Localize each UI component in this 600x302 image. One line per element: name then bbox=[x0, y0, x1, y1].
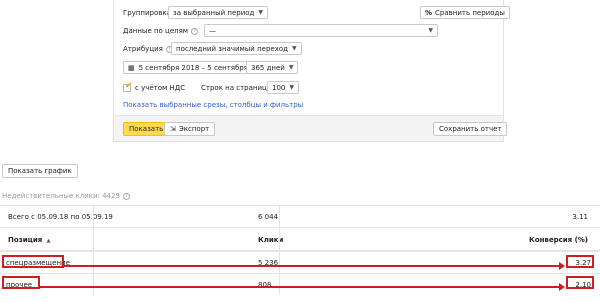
vat-label: с учётом НДС bbox=[135, 84, 186, 92]
grouping-select-value: за выбранный период bbox=[173, 8, 255, 17]
arrowhead-icon bbox=[559, 262, 565, 270]
totals-clicks: 6 044 bbox=[258, 213, 279, 221]
attribution-select-value: последний значимый переход bbox=[176, 44, 288, 53]
highlight-box-position-1 bbox=[2, 255, 64, 268]
help-icon[interactable]: ? bbox=[191, 27, 199, 35]
attribution-select[interactable]: последний значимый переход ▼ bbox=[171, 42, 302, 55]
rows-per-page-label: Строк на странице bbox=[201, 84, 272, 92]
invalid-clicks-info: Недействительные клики: 4429? bbox=[2, 192, 130, 200]
totals-label: Всего с 05.09.18 по 05.09.19 bbox=[8, 213, 113, 221]
export-label: Экспорт bbox=[178, 125, 210, 133]
show-report-label: Показать bbox=[129, 125, 164, 133]
chevron-down-icon: ▼ bbox=[258, 9, 264, 16]
compare-periods-button[interactable]: % Сравнить периоды bbox=[420, 6, 510, 19]
panel-footer: Показать ⇲ Экспорт Сохранить отчет bbox=[114, 115, 508, 141]
table-header: Позиция ▲ Клики Конверсия (%) bbox=[0, 227, 600, 251]
column-divider bbox=[279, 205, 280, 295]
show-chart-button[interactable]: Показать график bbox=[2, 164, 78, 178]
grouping-select[interactable]: за выбранный период ▼ bbox=[168, 6, 269, 19]
rows-per-page-value: 100 bbox=[272, 83, 286, 92]
arrowhead-icon bbox=[559, 283, 565, 291]
chevron-down-icon: ▼ bbox=[291, 45, 297, 52]
days-select[interactable]: 365 дней ▼ bbox=[246, 61, 299, 74]
annotation-arrow-line bbox=[40, 286, 560, 288]
attribution-text: Атрибуция bbox=[123, 45, 163, 53]
goal-data-text: Данные по целям bbox=[123, 27, 189, 35]
show-report-button[interactable]: Показать bbox=[123, 122, 170, 136]
export-button[interactable]: ⇲ Экспорт bbox=[164, 122, 216, 136]
report-settings-panel: Группировка за выбранный период ▼ % Срав… bbox=[113, 0, 510, 142]
sort-ascending-icon[interactable]: ▲ bbox=[47, 238, 51, 244]
compare-periods-label: Сравнить периоды bbox=[435, 8, 505, 17]
totals-row: Всего с 05.09.18 по 05.09.19 6 044 3.11 bbox=[0, 205, 600, 227]
export-icon: ⇲ bbox=[170, 125, 176, 133]
goal-data-label: Данные по целям? bbox=[123, 27, 199, 35]
annotation-arrow-line bbox=[64, 265, 560, 267]
goal-select-value: — bbox=[209, 26, 216, 35]
days-select-value: 365 дней bbox=[251, 63, 285, 72]
chevron-down-icon: ▼ bbox=[289, 84, 294, 91]
attribution-label: Атрибуция? bbox=[123, 45, 173, 53]
save-report-button[interactable]: Сохранить отчет bbox=[433, 122, 508, 136]
checkmark-icon: ✔ bbox=[125, 81, 133, 91]
highlight-box-conversion-1 bbox=[566, 255, 594, 268]
chevron-down-icon: ▼ bbox=[428, 27, 433, 34]
goal-select[interactable]: — ▼ bbox=[204, 24, 438, 37]
help-icon[interactable]: ? bbox=[122, 192, 130, 200]
show-slices-link[interactable]: Показать выбранные срезы, столбцы и филь… bbox=[123, 101, 303, 109]
table-row: прочее 808 2.10 bbox=[0, 273, 600, 295]
column-divider bbox=[93, 205, 94, 295]
grouping-label: Группировка bbox=[123, 9, 171, 17]
table-row: спецразмещение 5 236 3.27 bbox=[0, 251, 600, 273]
vat-checkbox[interactable]: ✔ bbox=[123, 81, 133, 92]
percent-icon: % bbox=[425, 8, 433, 17]
column-header-position-label: Позиция bbox=[8, 236, 43, 244]
totals-conversion: 3.11 bbox=[572, 213, 588, 221]
show-chart-label: Показать график bbox=[8, 167, 72, 175]
column-header-conversion[interactable]: Конверсия (%) bbox=[529, 236, 588, 244]
rows-per-page-select[interactable]: 100 ▼ bbox=[267, 81, 299, 94]
save-report-label: Сохранить отчет bbox=[439, 125, 502, 133]
chevron-down-icon: ▼ bbox=[288, 64, 294, 71]
invalid-clicks-text: Недействительные клики: 4429 bbox=[2, 192, 120, 200]
highlight-box-position-2 bbox=[2, 276, 40, 289]
column-header-position[interactable]: Позиция ▲ bbox=[8, 236, 51, 244]
highlight-box-conversion-2 bbox=[566, 276, 594, 289]
calendar-icon: ▦ bbox=[128, 63, 135, 72]
